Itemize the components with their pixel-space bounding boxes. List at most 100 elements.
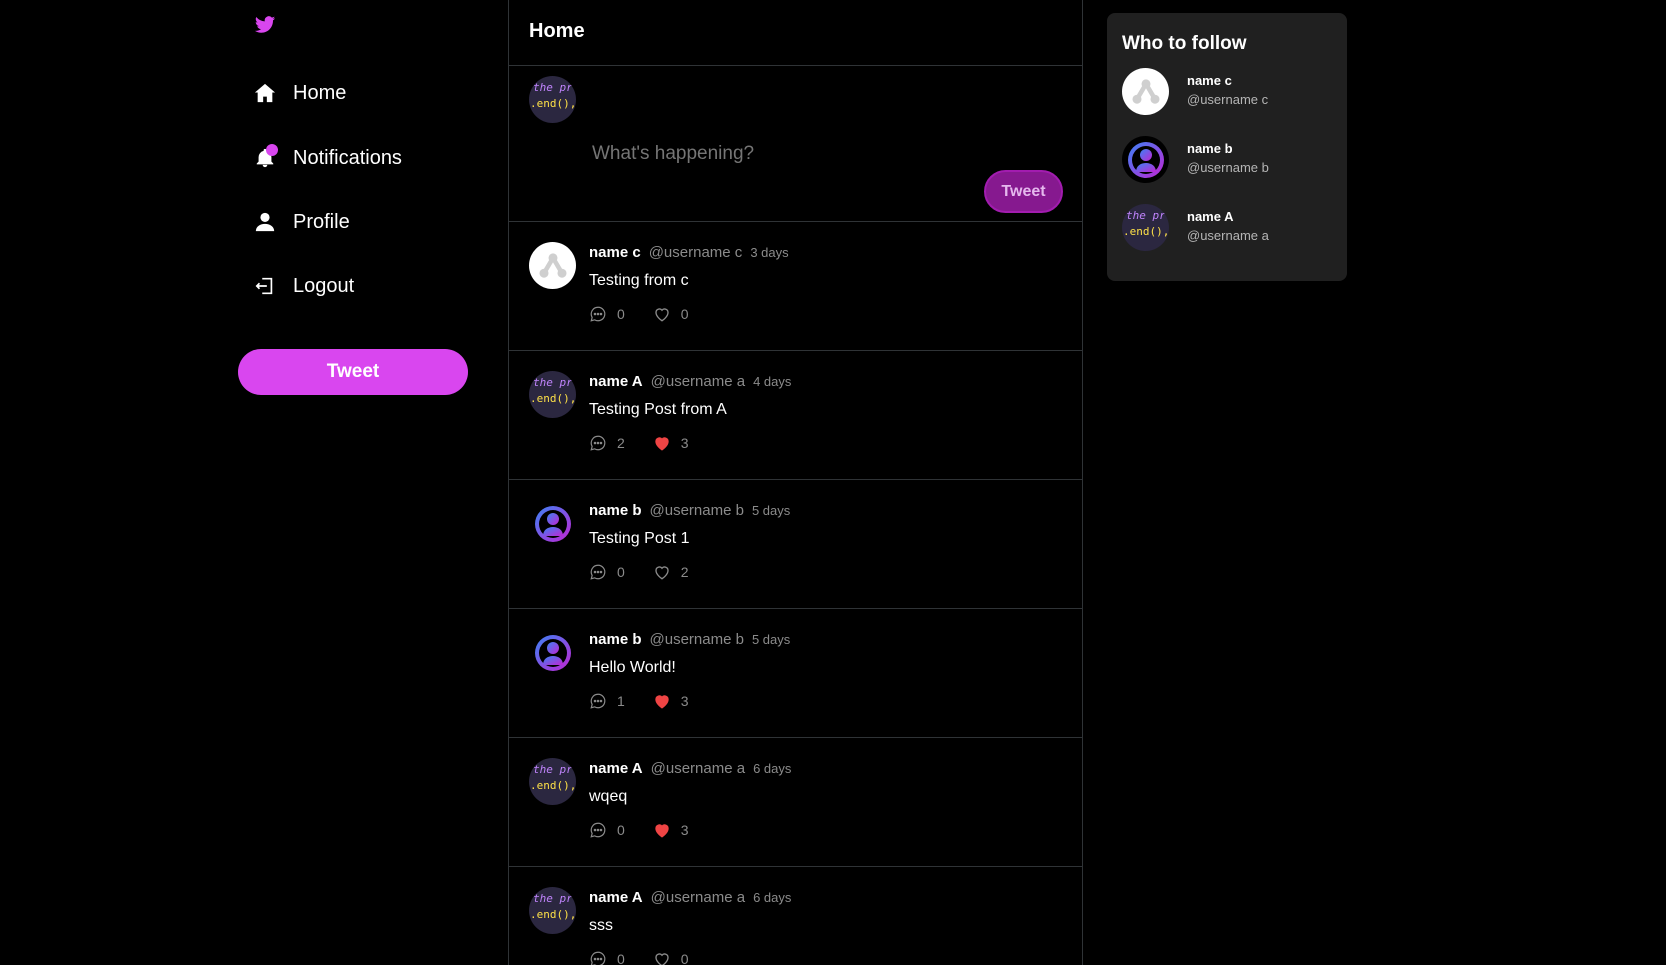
post-username: @username c <box>648 244 743 261</box>
post-header: name A @username a 6 days <box>589 889 791 906</box>
post-header: name A @username a 6 days <box>589 760 791 777</box>
sidebar-item-home[interactable]: Home <box>253 73 346 113</box>
post-timestamp: 4 days <box>753 374 792 389</box>
post-header: name c @username c 3 days <box>589 244 789 261</box>
post-list: name c @username c3 days Testing from c00t… <box>509 222 1082 965</box>
like-count: 3 <box>680 435 689 451</box>
post-username: @username b <box>649 631 744 648</box>
post-author-name[interactable]: name A <box>589 760 643 777</box>
follow-name: name c <box>1187 73 1232 88</box>
like-button[interactable]: 2 <box>653 563 689 581</box>
user-gradient-icon <box>534 505 571 542</box>
heart-icon <box>655 695 669 709</box>
sidebar-item-label: Profile <box>293 210 350 233</box>
avatar: the pr .end(), <box>529 758 576 805</box>
post-timestamp: 5 days <box>751 632 791 647</box>
tweet-button[interactable]: Tweet <box>238 349 468 395</box>
like-button[interactable]: 3 <box>653 434 689 452</box>
sidebar-item-profile[interactable]: Profile <box>253 202 350 242</box>
post-actions: 02 <box>589 563 717 581</box>
post-author-name[interactable]: name b <box>589 502 642 519</box>
post-author-name[interactable]: name A <box>589 889 643 906</box>
comment-count: 1 <box>617 693 625 709</box>
page-title: Home <box>529 20 585 42</box>
post[interactable]: the pr .end(), name A @username a 6 days sss 0… <box>509 867 1082 965</box>
post-author-name[interactable]: name c <box>589 244 641 261</box>
follow-suggestion[interactable]: the pr .end(), name A @username a <box>1122 204 1332 254</box>
post-timestamp: 6 days <box>753 761 792 776</box>
post-header: name A @username a 4 days <box>589 373 791 390</box>
post-username: @username a <box>650 373 746 390</box>
avatar <box>529 500 576 547</box>
comment-button[interactable]: 2 <box>589 434 625 452</box>
like-count: 0 <box>680 306 689 322</box>
default-avatar-icon <box>1132 78 1159 104</box>
post-timestamp: 6 days <box>753 890 792 905</box>
feed-header: Home <box>509 0 1082 66</box>
post-text: Testing Post 1 <box>589 530 690 547</box>
post-timestamp: 3 days <box>750 245 789 260</box>
post[interactable]: name b @username b5 days Testing Post 102 <box>509 480 1082 609</box>
avatar <box>1122 136 1169 183</box>
comment-button[interactable]: 0 <box>589 563 625 581</box>
heart-icon <box>655 437 669 451</box>
user-gradient-icon <box>534 634 571 671</box>
follow-suggestion[interactable]: name b @username b <box>1122 136 1332 186</box>
compose-tweet-button[interactable]: Tweet <box>984 170 1063 213</box>
comment-count: 0 <box>617 951 625 965</box>
post[interactable]: the pr .end(), name A @username a 4 days Test… <box>509 351 1082 480</box>
like-count: 3 <box>680 822 689 838</box>
post[interactable]: name b @username b5 days Hello World! 1 3 <box>509 609 1082 738</box>
sidebar-item-label: Logout <box>293 274 355 297</box>
logout-icon <box>253 274 277 298</box>
avatar: the pr .end(), <box>1122 204 1169 251</box>
post[interactable]: name c @username c3 days Testing from c00 <box>509 222 1082 351</box>
compose-input[interactable] <box>592 143 1032 165</box>
post-text: wqeq <box>589 788 628 805</box>
post-actions: 00 <box>589 950 717 965</box>
comment-icon <box>590 435 606 451</box>
sidebar-item-logout[interactable]: Logout <box>253 266 354 306</box>
heart-icon <box>655 953 669 965</box>
like-button[interactable]: 3 <box>653 821 689 839</box>
sidebar-item-label: Notifications <box>293 146 402 169</box>
comment-count: 2 <box>617 435 625 451</box>
like-button[interactable]: 0 <box>653 305 689 323</box>
heart-icon <box>655 824 669 838</box>
avatar <box>529 629 576 676</box>
comment-button[interactable]: 0 <box>589 821 625 839</box>
comment-icon <box>590 306 606 322</box>
follow-name: name A <box>1187 209 1234 224</box>
comment-icon <box>590 822 606 838</box>
comment-button[interactable]: 0 <box>589 305 625 323</box>
comment-button[interactable]: 1 <box>589 692 625 710</box>
user-icon <box>253 210 277 234</box>
panel-title: Who to follow <box>1122 33 1247 54</box>
like-count: 3 <box>680 693 689 709</box>
post-username: @username a <box>650 889 746 906</box>
avatar: the pr .end(), <box>529 371 576 418</box>
like-button[interactable]: 0 <box>653 950 689 965</box>
bell-icon <box>253 144 278 170</box>
who-to-follow-panel: Who to follow name c @username c name b @us… <box>1107 13 1347 281</box>
post-text: sss <box>589 917 613 934</box>
post-actions: 23 <box>589 434 717 452</box>
comment-count: 0 <box>617 564 625 580</box>
post[interactable]: the pr .end(), name A @username a 6 days wqeq… <box>509 738 1082 867</box>
follow-suggestion[interactable]: name c @username c <box>1122 68 1332 118</box>
main-feed: Home the pr .end(), Tweet name c @usernam… <box>508 0 1083 965</box>
comment-button[interactable]: 0 <box>589 950 625 965</box>
post-header: name b @username b 5 days <box>589 502 790 519</box>
avatar: the pr .end(), <box>529 76 576 123</box>
post-actions: 13 <box>589 692 717 710</box>
post-text: Hello World! <box>589 659 676 676</box>
heart-icon <box>655 308 669 322</box>
post-author-name[interactable]: name A <box>589 373 643 390</box>
avatar: the pr .end(), <box>529 887 576 934</box>
bird-icon[interactable] <box>253 14 277 36</box>
post-author-name[interactable]: name b <box>589 631 642 648</box>
post-actions: 00 <box>589 305 717 323</box>
like-button[interactable]: 3 <box>653 692 689 710</box>
sidebar-item-notifications[interactable]: Notifications <box>253 138 402 178</box>
tweet-composer: the pr .end(), Tweet <box>509 66 1082 222</box>
